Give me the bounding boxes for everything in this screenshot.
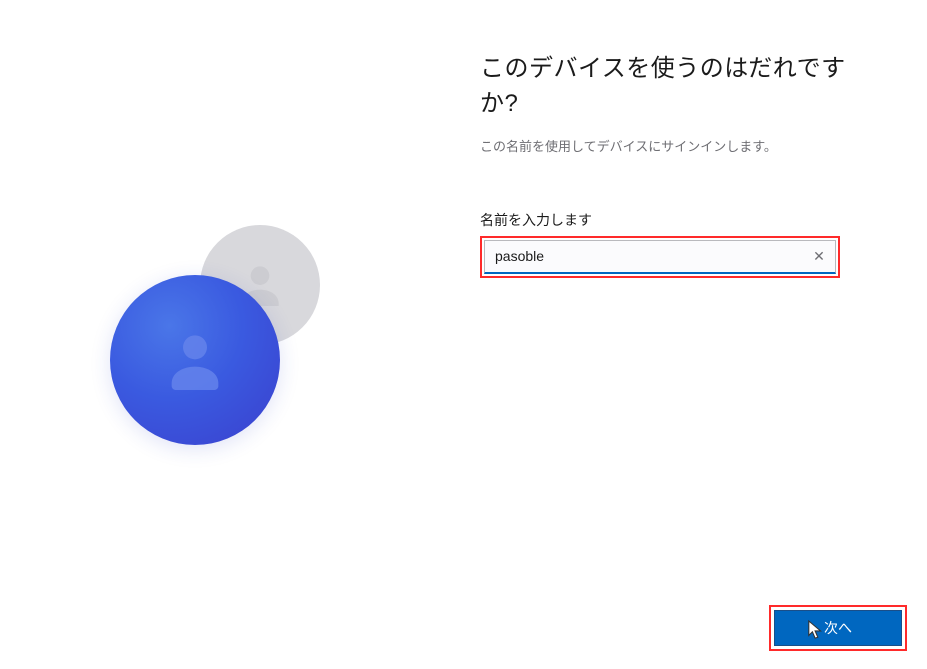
avatar-front-icon bbox=[110, 275, 280, 445]
oobe-screen: このデバイスを使うのはだれですか? この名前を使用してデバイスにサインインします… bbox=[0, 0, 927, 669]
form-panel: このデバイスを使うのはだれですか? この名前を使用してデバイスにサインインします… bbox=[480, 0, 927, 669]
clear-input-button[interactable]: ✕ bbox=[803, 241, 835, 272]
page-title: このデバイスを使うのはだれですか? bbox=[480, 52, 857, 122]
name-input-label: 名前を入力します bbox=[480, 210, 857, 230]
footer-actions: 次へ bbox=[769, 605, 907, 651]
close-icon: ✕ bbox=[813, 248, 825, 265]
illustration-panel bbox=[0, 0, 480, 669]
next-highlight-frame: 次へ bbox=[769, 605, 907, 651]
input-highlight-frame: ✕ bbox=[480, 236, 840, 278]
name-input-wrapper[interactable]: ✕ bbox=[484, 240, 836, 274]
avatar-illustration bbox=[110, 225, 330, 445]
next-button[interactable]: 次へ bbox=[774, 610, 902, 646]
name-input[interactable] bbox=[485, 242, 803, 270]
page-subtitle: この名前を使用してデバイスにサインインします。 bbox=[480, 136, 857, 155]
